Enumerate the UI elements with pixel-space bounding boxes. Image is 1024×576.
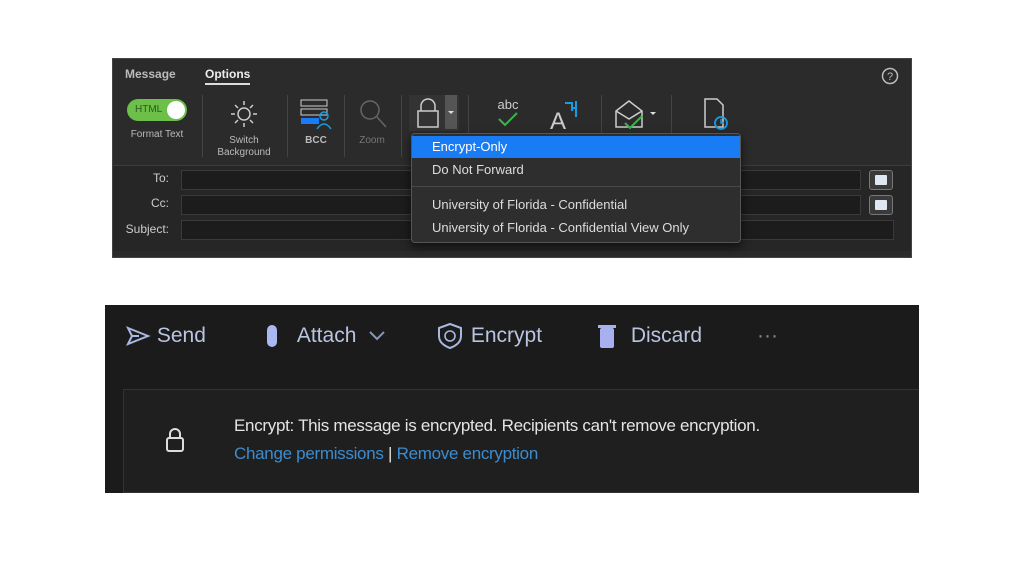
menu-item-uf-confidential-view-only[interactable]: University of Florida - Confidential Vie… (412, 217, 740, 239)
switch-background-label: Switch Background (217, 135, 271, 158)
format-text-toggle[interactable]: HTML (127, 99, 187, 121)
question-circle-icon[interactable]: ? (881, 67, 899, 85)
more-options-button[interactable]: ··· (757, 321, 778, 351)
language-icon[interactable]: A (547, 97, 581, 131)
svg-text:?: ? (887, 71, 893, 83)
send-button[interactable]: Send (125, 321, 206, 351)
link-separator: | (388, 444, 393, 463)
encrypt-button[interactable] (409, 95, 459, 131)
tab-message[interactable]: Message (125, 67, 176, 81)
delay-delivery-icon[interactable] (701, 97, 735, 133)
subject-label: Subject: (125, 222, 169, 236)
encrypt-button[interactable]: Encrypt (435, 321, 542, 351)
menu-item-encrypt-only[interactable]: Encrypt-Only (412, 136, 740, 158)
discard-label: Discard (630, 324, 703, 347)
zoom-button[interactable]: Zoom (349, 95, 395, 155)
encrypt-dropdown-chevron[interactable] (445, 95, 457, 129)
discard-button[interactable]: Discard (595, 321, 702, 351)
encrypt-label: Encrypt (470, 324, 543, 347)
change-permissions-link[interactable]: Change permissions (234, 444, 384, 463)
encryption-banner: Encrypt: This message is encrypted. Reci… (123, 389, 919, 493)
bcc-label: BCC (305, 135, 327, 146)
menu-item-do-not-forward[interactable]: Do Not Forward (412, 159, 740, 181)
switch-background-button[interactable]: Switch Background (209, 95, 279, 161)
menu-item-uf-confidential[interactable]: University of Florida - Confidential (412, 194, 740, 216)
svg-text:A: A (550, 108, 566, 131)
send-icon (125, 326, 151, 347)
address-book-icon[interactable] (869, 170, 893, 190)
format-text-label: Format Text (130, 129, 184, 140)
encryption-message: Encrypt: This message is encrypted. Reci… (234, 416, 760, 435)
shield-lock-icon (438, 323, 462, 350)
outlook-mac-compose-options: Message Options ? HTML Format Text Switc… (112, 58, 912, 258)
attach-button[interactable]: Attach (263, 321, 386, 351)
read-receipt-icon[interactable] (613, 97, 661, 131)
send-label: Send (156, 324, 206, 347)
bcc-icon (300, 99, 332, 130)
sun-icon (231, 101, 257, 127)
address-book-icon[interactable] (869, 195, 893, 215)
menu-divider (412, 186, 740, 187)
toggle-label: HTML (135, 104, 163, 115)
bcc-button[interactable]: BCC (293, 95, 339, 155)
chevron-down-icon[interactable] (368, 329, 386, 343)
lock-icon (166, 428, 184, 452)
zoom-label: Zoom (359, 135, 385, 146)
encrypt-dropdown-menu: Encrypt-Only Do Not Forward University o… (411, 133, 741, 243)
cc-label: Cc: (151, 196, 169, 210)
to-label: To: (152, 171, 169, 185)
magnifier-icon (360, 100, 387, 128)
paperclip-icon (267, 325, 277, 348)
remove-encryption-link[interactable]: Remove encryption (397, 444, 539, 463)
outlook-web-compose: Send Attach Encrypt Discard ··· Encrypt:… (105, 305, 919, 493)
lock-icon (417, 98, 439, 128)
attach-label: Attach (296, 324, 357, 347)
svg-text:abc: abc (498, 97, 519, 112)
spelling-icon[interactable]: abc (493, 97, 523, 129)
trash-icon (598, 325, 616, 349)
tab-options[interactable]: Options (205, 67, 251, 85)
